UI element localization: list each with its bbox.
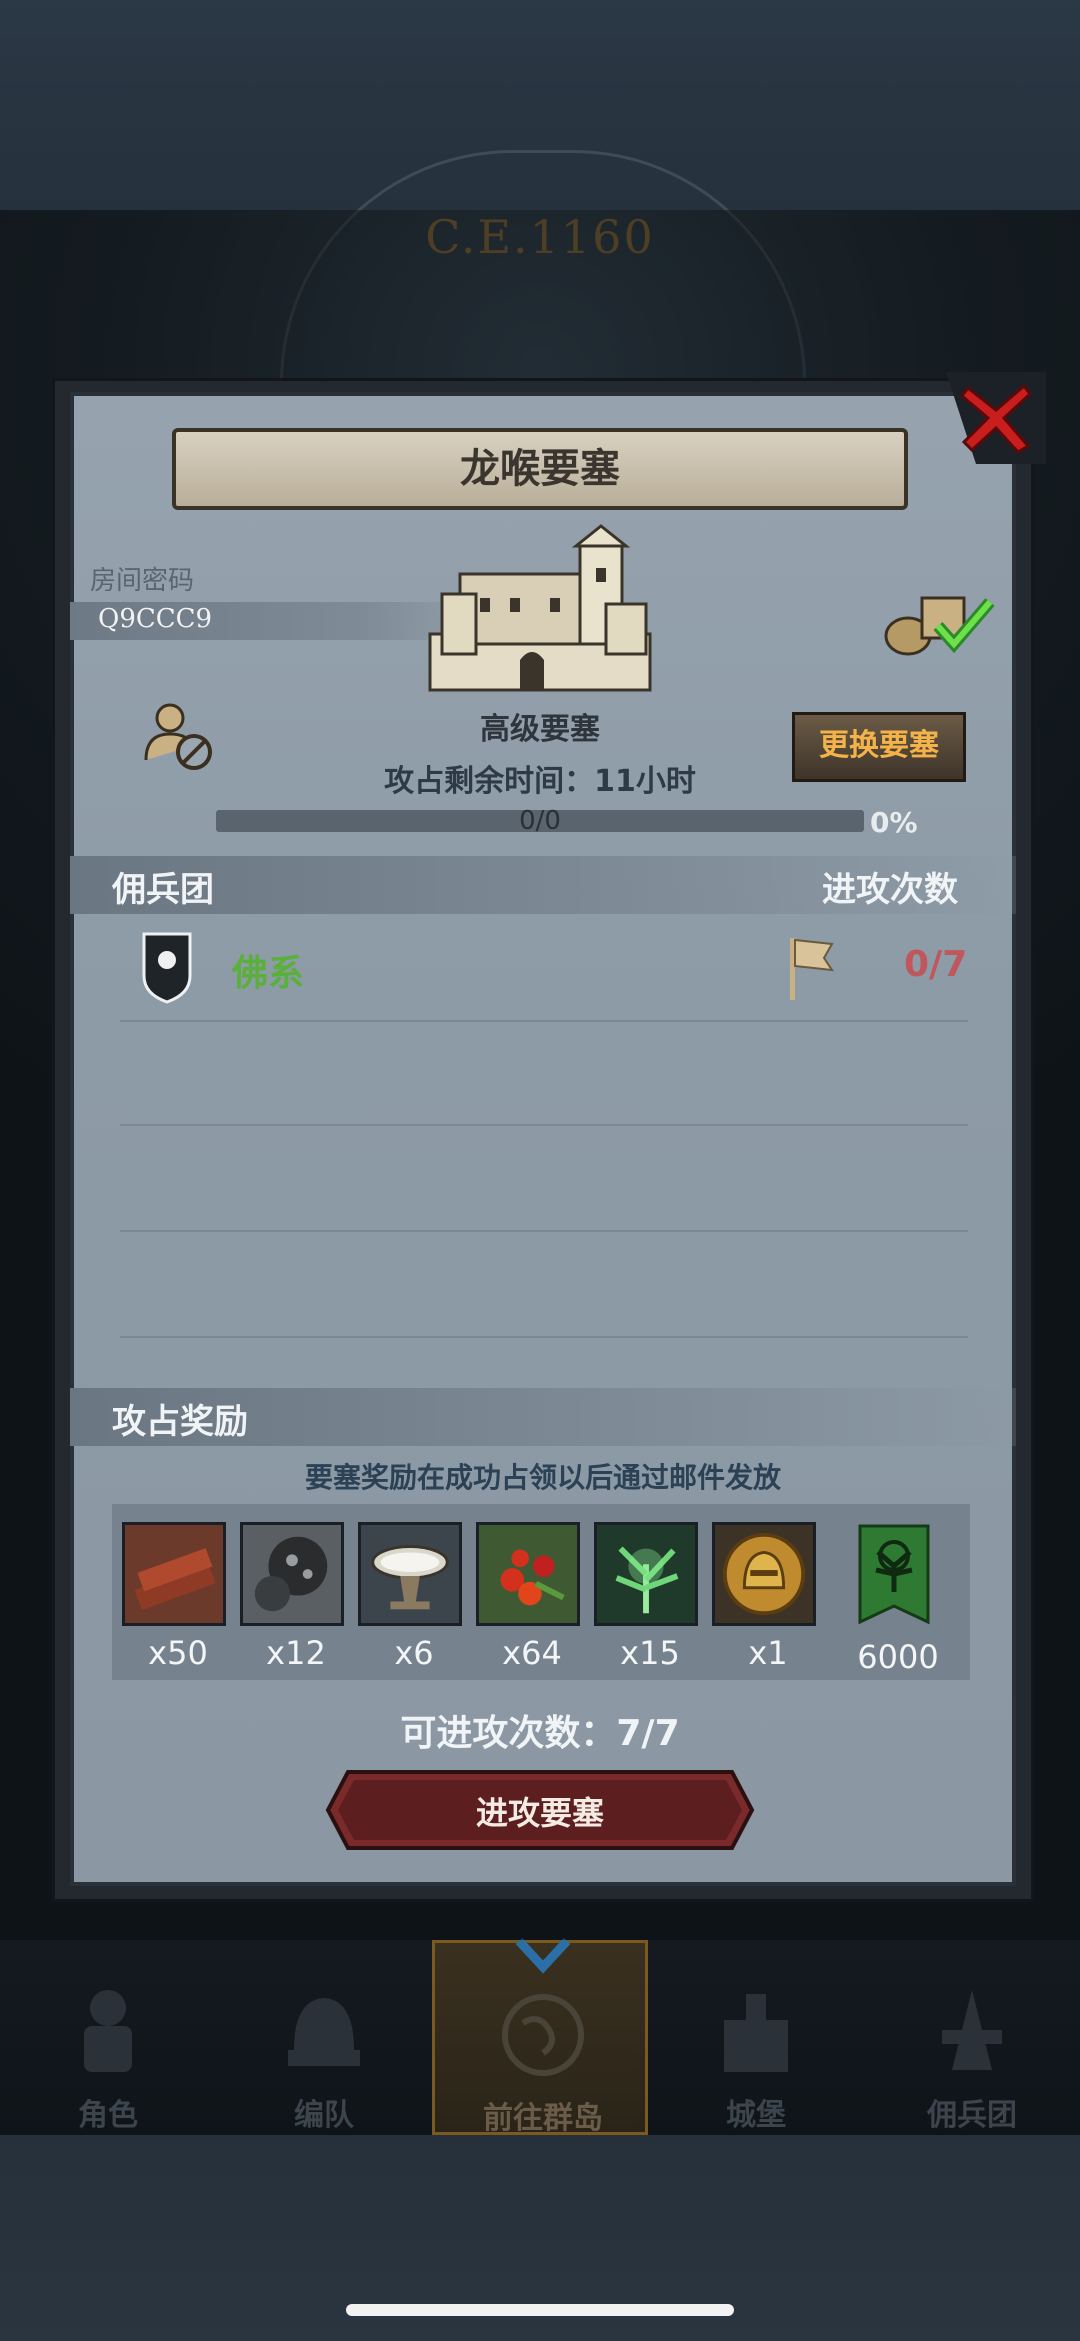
reward-qty: 6000 <box>857 1638 939 1676</box>
nav-label: 城堡 <box>726 2098 786 2133</box>
reward-item[interactable]: x1 <box>712 1522 824 1672</box>
reward-note: 要塞奖励在成功占领以后通过邮件发放 <box>304 1461 781 1494</box>
berries-icon <box>500 1549 565 1606</box>
knight-icon <box>84 1990 132 2072</box>
ore-icon <box>254 1536 328 1612</box>
reward-box <box>122 1522 226 1626</box>
no-spectate-icon[interactable] <box>142 700 218 772</box>
helmet-medal-icon <box>722 1532 806 1616</box>
castle-icon <box>724 1994 788 2072</box>
row-divider <box>120 1020 968 1022</box>
time-remaining: 攻占剩余时间：11小时 <box>384 764 696 799</box>
close-icon[interactable] <box>956 378 1036 458</box>
reward-item[interactable]: 6000 <box>842 1522 954 1676</box>
reward-item[interactable]: x50 <box>122 1522 234 1672</box>
reward-qty: x12 <box>266 1634 326 1672</box>
helmet-icon <box>288 1998 360 2066</box>
mercenary-row[interactable] <box>70 904 1016 1034</box>
reward-qty: x15 <box>620 1634 680 1672</box>
reward-item[interactable]: x15 <box>594 1522 706 1672</box>
progress-count: 0/0 <box>519 806 561 836</box>
nav-label: 前往群岛 <box>483 2101 603 2136</box>
change-fortress-button[interactable]: 更换要塞 <box>792 712 966 782</box>
reward-box <box>240 1522 344 1626</box>
nav-item-islands[interactable]: 前往群岛 <box>432 1937 648 2136</box>
room-password-label: 房间密码 <box>90 566 195 596</box>
reward-item[interactable]: x6 <box>358 1522 470 1672</box>
reward-qty: x1 <box>748 1634 788 1672</box>
shield-icon <box>142 932 192 1004</box>
home-indicator[interactable] <box>346 2304 734 2316</box>
row-divider <box>120 1124 968 1126</box>
reward-box <box>594 1522 698 1626</box>
loot-bag-check-icon[interactable] <box>878 588 998 658</box>
nav-label: 角色 <box>78 2098 138 2133</box>
reward-box <box>358 1522 462 1626</box>
guild-banner-icon <box>858 1524 930 1625</box>
reward-item[interactable]: x64 <box>476 1522 588 1672</box>
mercenary-icon <box>942 1990 1002 2070</box>
nav-item-character[interactable]: 角色 <box>0 1940 216 2135</box>
chevron-down-icon <box>515 1937 571 1974</box>
row-divider <box>120 1336 968 1338</box>
reward-qty: x64 <box>502 1634 562 1672</box>
attack-fortress-button[interactable]: 进攻要塞 <box>324 1788 756 1834</box>
room-code[interactable]: Q9CCC9 <box>98 604 212 634</box>
reward-item[interactable]: x12 <box>240 1522 352 1672</box>
flag-icon <box>790 938 835 1000</box>
reward-qty: x6 <box>394 1634 434 1672</box>
mercenary-attack-count: 0/7 <box>904 944 968 985</box>
globe-icon <box>502 1994 584 2076</box>
dialog-title: 龙喉要塞 <box>172 428 908 510</box>
fortress-icon <box>428 524 652 692</box>
nav-label: 佣兵团 <box>927 2098 1017 2133</box>
wood-icon <box>134 1548 216 1611</box>
fortress-type: 高级要塞 <box>480 712 600 747</box>
row-divider <box>120 1230 968 1232</box>
reward-box <box>476 1522 580 1626</box>
bottom-nav: 角色 编队 前往群岛 城堡 佣兵团 <box>0 1937 1080 2136</box>
nav-item-castle[interactable]: 城堡 <box>648 1940 864 2135</box>
reward-box <box>712 1522 816 1626</box>
progress-percent: 0% <box>870 806 918 839</box>
attempts-remaining: 可进攻次数：7/7 <box>400 1713 680 1754</box>
nav-label: 编队 <box>294 2098 354 2133</box>
reward-qty: x50 <box>148 1634 208 1672</box>
milk-bowl-icon <box>371 1545 449 1610</box>
reward-section-title: 攻占奖励 <box>112 1402 248 1442</box>
nav-item-mercenary[interactable]: 佣兵团 <box>864 1940 1080 2135</box>
mercenary-name: 佛系 <box>232 953 305 994</box>
nav-item-formation[interactable]: 编队 <box>216 1940 432 2135</box>
herb-icon <box>615 1546 679 1614</box>
